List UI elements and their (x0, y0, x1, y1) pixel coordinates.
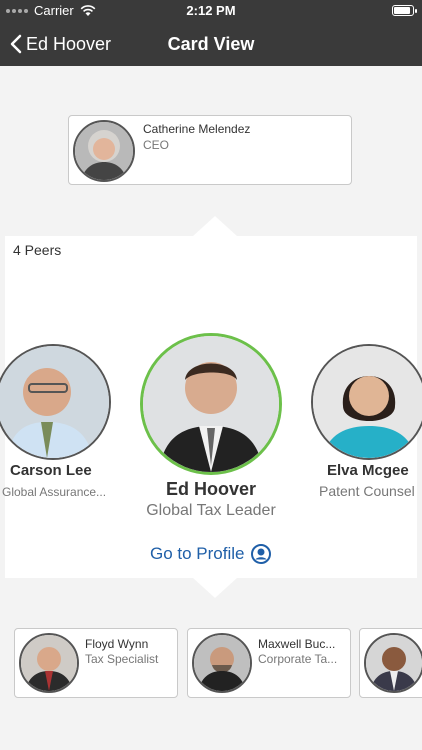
back-button[interactable]: Ed Hoover (10, 22, 111, 66)
report-avatar (19, 633, 79, 693)
peer-name-left: Carson Lee (10, 462, 92, 479)
peer-avatar-selected (140, 333, 282, 475)
report-card[interactable]: Floyd Wynn Tax Specialist (14, 628, 178, 698)
nav-bar: Ed Hoover Card View (0, 22, 422, 66)
status-time: 2:12 PM (186, 3, 236, 18)
report-avatar (364, 633, 422, 693)
report-title: Tax Specialist (85, 652, 159, 666)
peers-count: 4 Peers (13, 242, 62, 258)
report-card[interactable]: Maxwell Buc... Corporate Ta... (187, 628, 351, 698)
manager-title: CEO (143, 138, 170, 152)
report-avatar (192, 633, 252, 693)
manager-name: Catherine Melendez (143, 122, 251, 136)
battery-icon (392, 5, 417, 16)
peer-name-right: Elva Mcgee (327, 462, 409, 479)
peer-title-right: Patent Counsel (319, 483, 415, 499)
peer-avatar-right (311, 344, 422, 460)
status-bar: Carrier 2:12 PM (0, 0, 422, 22)
report-name: Floyd Wynn (85, 637, 149, 651)
chevron-left-icon (10, 34, 22, 54)
peers-panel: 4 Peers Carson Lee Global Assurance... E… (0, 216, 422, 598)
go-to-profile-link[interactable]: Go to Profile (150, 544, 271, 564)
peer-avatar-left (0, 344, 111, 460)
manager-card[interactable]: Catherine Melendez CEO (68, 115, 352, 185)
report-card[interactable] (359, 628, 422, 698)
report-name: Maxwell Buc... (258, 637, 336, 651)
peer-title-selected: Global Tax Leader (146, 502, 276, 519)
report-title: Corporate Ta... (258, 652, 338, 666)
profile-icon (250, 544, 271, 564)
manager-avatar (73, 120, 135, 182)
go-to-profile-label: Go to Profile (150, 544, 245, 563)
back-label: Ed Hoover (26, 33, 112, 54)
battery-fill (394, 7, 411, 14)
